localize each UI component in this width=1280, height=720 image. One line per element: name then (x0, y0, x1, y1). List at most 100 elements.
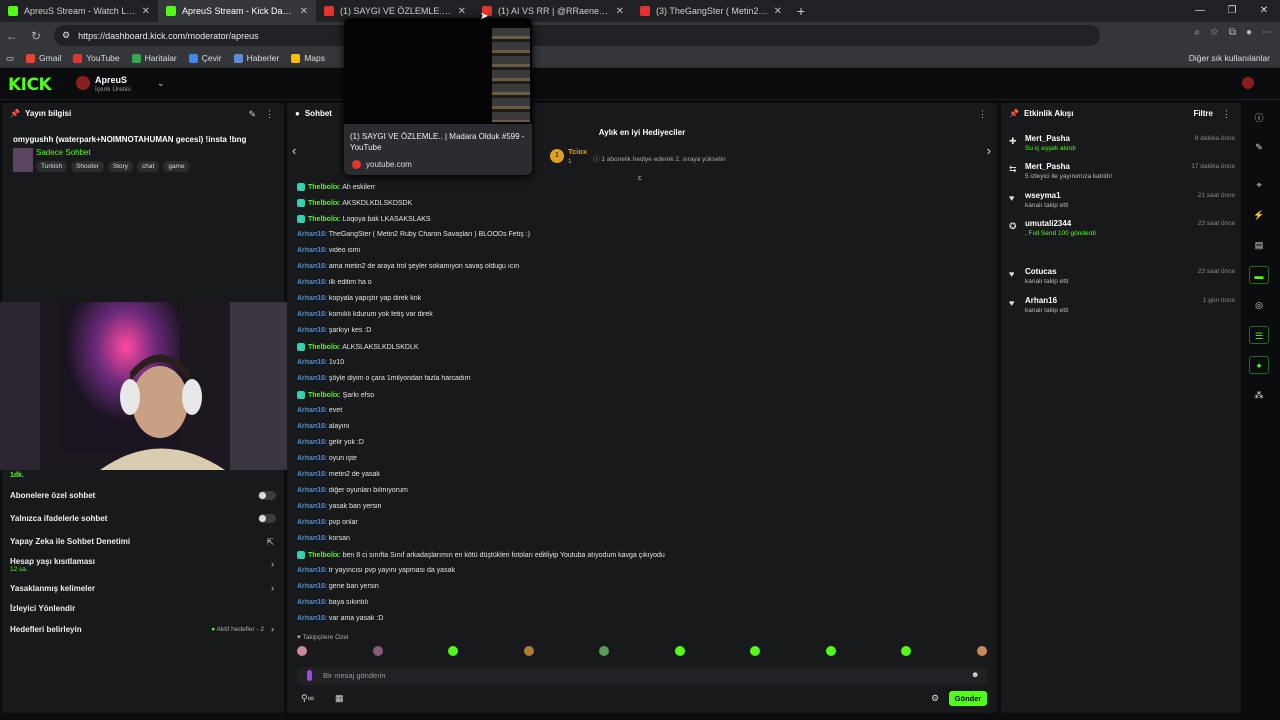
layout-icon[interactable]: ☰ (1249, 326, 1269, 344)
emote[interactable] (750, 646, 761, 656)
chat-username[interactable]: Arhan16 (297, 423, 325, 430)
chat-username[interactable]: Thelbolix (308, 200, 339, 207)
chat-username[interactable]: Arhan16 (297, 583, 325, 590)
tag[interactable]: chat (137, 161, 160, 172)
chat-username[interactable]: Arhan16 (297, 295, 325, 302)
info-icon[interactable]: ⓘ (1249, 109, 1269, 127)
chat-username[interactable]: Arhan16 (297, 279, 325, 286)
subs-only-toggle[interactable] (258, 491, 276, 500)
redirect-label[interactable]: İzleyici Yönlendir (10, 604, 75, 613)
chat-username[interactable]: Arhan16 (297, 375, 325, 382)
chat-username[interactable]: Arhan16 (297, 599, 325, 606)
bookmark-maps2[interactable]: Maps (291, 53, 325, 63)
site-info-icon[interactable]: ⚙ (62, 30, 70, 41)
back-icon[interactable]: ← (0, 29, 24, 43)
chevron-right-icon[interactable]: › (271, 583, 274, 593)
chat-username[interactable]: Arhan16 (297, 471, 325, 478)
chat-username[interactable]: Thelbolix (308, 552, 339, 559)
top-gifter-name[interactable]: Tciox (568, 147, 587, 156)
chat-username[interactable]: Arhan16 (297, 263, 325, 270)
edit-icon[interactable]: ✎ (248, 109, 256, 120)
emote[interactable] (976, 646, 987, 656)
tools-icon[interactable]: ✦ (1249, 356, 1269, 374)
tag[interactable]: game (163, 161, 190, 172)
chat-input[interactable]: Bir mesaj gönderin (297, 667, 987, 685)
close-icon[interactable]: ✕ (300, 6, 308, 17)
chat-username[interactable]: Thelbolix (308, 184, 339, 191)
chat-username[interactable]: Arhan16 (297, 439, 325, 446)
bookmark-news[interactable]: Haberler (233, 53, 279, 63)
chat-username[interactable]: Arhan16 (297, 519, 325, 526)
emote[interactable] (297, 646, 307, 656)
send-button[interactable]: Gönder (949, 691, 987, 706)
reload-icon[interactable]: ↻ (24, 29, 48, 43)
chat-username[interactable]: Arhan16 (297, 487, 325, 494)
chat-username[interactable]: Arhan16 (297, 567, 325, 574)
chat-username[interactable]: Arhan16 (297, 615, 325, 622)
bookmark-gmail[interactable]: Gmail (26, 53, 61, 63)
emote[interactable] (372, 646, 383, 656)
emote[interactable] (825, 646, 836, 656)
chevron-right-icon[interactable]: › (271, 624, 274, 634)
tag[interactable]: Story (107, 161, 134, 172)
chat-tools-icon[interactable]: ⚲∞ (301, 693, 314, 704)
emote[interactable] (674, 646, 685, 656)
emote[interactable] (448, 646, 459, 656)
user-avatar[interactable] (1242, 77, 1254, 89)
more-icon[interactable]: ⋮ (1222, 109, 1231, 120)
chevron-right-icon[interactable]: › (271, 559, 274, 569)
emote[interactable] (599, 646, 610, 656)
gift-icon[interactable]: ▦ (335, 693, 344, 704)
close-icon[interactable]: ✕ (774, 6, 782, 17)
browser-tab[interactable]: ApreuS Stream - Kick Dashboard✕ (158, 0, 316, 22)
chat-username[interactable]: Thelbolix (308, 344, 339, 351)
bookmark-maps[interactable]: Haritalar (131, 53, 177, 63)
settings-icon[interactable]: ⚙ (931, 693, 939, 704)
bookmark-youtube[interactable]: YouTube (73, 53, 120, 63)
url-field[interactable]: ⚙ https://dashboard.kick.com/moderator/ap… (54, 25, 1100, 46)
chat-username[interactable]: Arhan16 (297, 327, 325, 334)
close-window-icon[interactable]: ✕ (1248, 0, 1280, 22)
browser-tab[interactable]: ApreuS Stream - Watch Live on K✕ (0, 0, 158, 22)
close-icon[interactable]: ✕ (142, 6, 150, 17)
maximize-icon[interactable]: ❐ (1216, 0, 1248, 22)
broadcast-icon[interactable]: ◎ (1249, 296, 1269, 314)
emote[interactable] (523, 646, 534, 656)
chat-icon[interactable]: ▬ (1249, 266, 1269, 284)
bookmark-translate[interactable]: Çevir (188, 53, 222, 63)
new-tab-button[interactable]: + (790, 3, 812, 19)
chat-username[interactable]: Arhan16 (297, 311, 325, 318)
extensions-icon[interactable]: ⧉ (1229, 27, 1236, 38)
chat-username[interactable]: Thelbolix (308, 392, 339, 399)
chat-username[interactable]: Arhan16 (297, 359, 325, 366)
tag[interactable]: Turkish (36, 161, 68, 172)
minimize-icon[interactable]: — (1184, 0, 1216, 22)
banned-words-label[interactable]: Yasaklanmış kelimeler (10, 584, 95, 593)
chat-username[interactable]: Arhan16 (297, 455, 325, 462)
menu-icon[interactable]: ⋯ (1262, 27, 1272, 38)
external-link-icon[interactable]: ⇱ (266, 537, 274, 548)
users-icon[interactable]: ⁂ (1249, 386, 1269, 404)
tag[interactable]: Shooter (71, 161, 104, 172)
goals-label[interactable]: Hedefleri belirleyin (10, 625, 82, 634)
document-icon[interactable]: ▤ (1249, 236, 1269, 254)
profile-icon[interactable]: ● (1246, 27, 1252, 38)
close-icon[interactable]: ✕ (458, 6, 466, 17)
close-icon[interactable]: ✕ (616, 6, 624, 17)
favorite-icon[interactable]: ☆ (1210, 27, 1219, 38)
kick-logo[interactable]: KICK (8, 75, 52, 95)
chat-username[interactable]: Arhan16 (297, 231, 325, 238)
chat-username[interactable]: Arhan16 (297, 503, 325, 510)
browser-tab[interactable]: (3) TheGangSter ( Metin2 Ruby C✕ (632, 0, 790, 22)
bolt-icon[interactable]: ⚡ (1249, 206, 1269, 224)
zoom-icon[interactable]: ⌕ (1194, 27, 1200, 38)
bookmark-menu-icon[interactable]: ▭ (6, 53, 14, 64)
chevron-down-icon[interactable]: ⌄ (157, 78, 165, 89)
channel-name[interactable]: ApreuS (95, 75, 127, 85)
filter-button[interactable]: Filtre (1193, 109, 1213, 118)
emoji-icon[interactable]: ☻ (971, 670, 979, 679)
more-icon[interactable]: ⋮ (978, 109, 987, 120)
other-bookmarks[interactable]: Diğer sık kullanılanlar (1189, 53, 1270, 63)
more-icon[interactable]: ⋮ (265, 109, 274, 120)
chevron-left-icon[interactable]: ‹ (292, 143, 296, 158)
